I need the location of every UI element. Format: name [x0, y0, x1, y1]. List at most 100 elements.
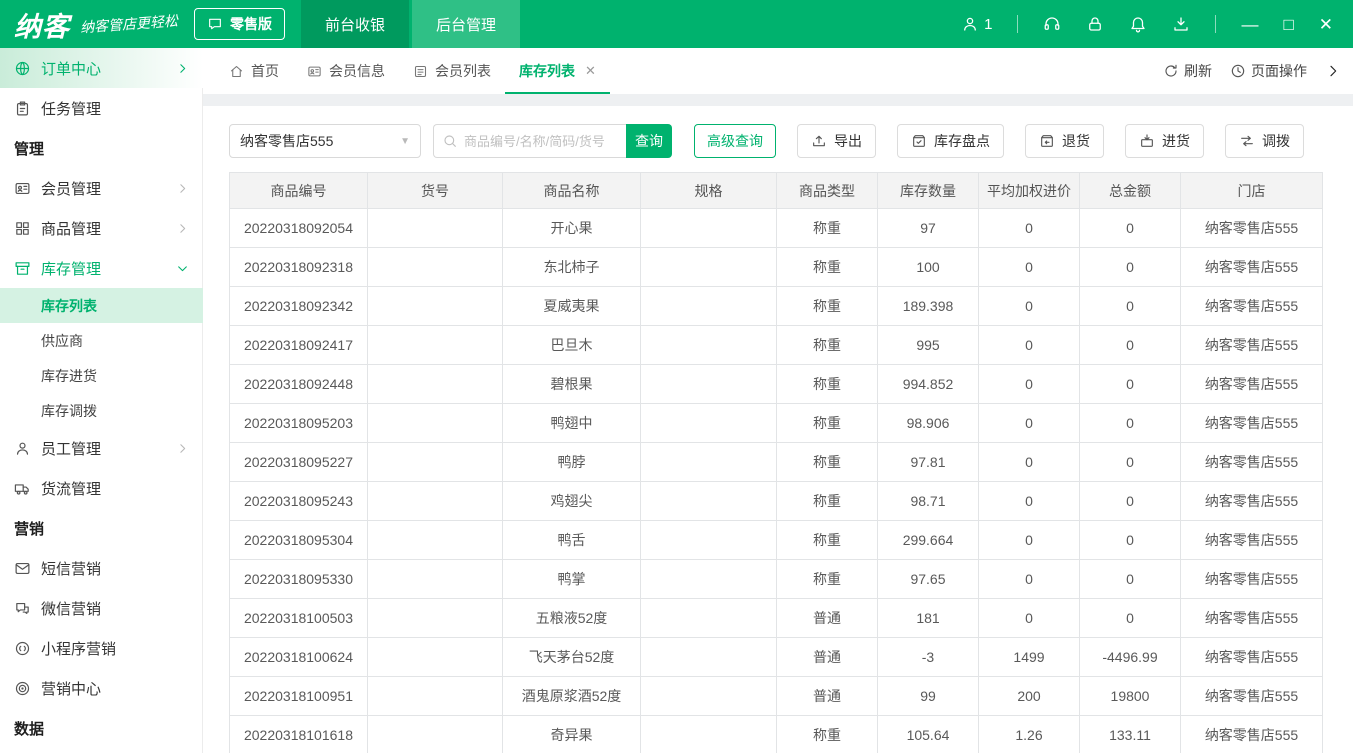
table-cell: 0 [979, 404, 1080, 443]
table-cell [641, 443, 777, 482]
close-button[interactable]: ✕ [1319, 16, 1333, 33]
table-row[interactable]: 20220318101618奇异果称重105.641.26133.11纳客零售店… [230, 716, 1323, 753]
table-cell [641, 209, 777, 248]
minicircle-icon [14, 640, 31, 657]
store-select[interactable]: 纳客零售店555 ▼ [229, 124, 421, 158]
table-cell: 0 [979, 287, 1080, 326]
chevron-right-icon[interactable] [1325, 63, 1341, 79]
sidebar-item-label: 会员管理 [41, 178, 176, 199]
tab-member-list[interactable]: 会员列表 [399, 48, 505, 94]
table-cell: 0 [1080, 599, 1181, 638]
header-nav-front-cashier[interactable]: 前台收银 [301, 0, 409, 48]
sidebar-item-sms-marketing[interactable]: 短信营销 [0, 548, 203, 588]
table-cell: 称重 [777, 365, 878, 404]
tab-home[interactable]: 首页 [215, 48, 293, 94]
table-cell: 纳客零售店555 [1181, 638, 1323, 677]
button-label: 导出 [834, 131, 862, 151]
return-button[interactable]: 退货 [1025, 124, 1104, 158]
tab-member-info[interactable]: 会员信息 [293, 48, 399, 94]
sidebar-subitem-inventory-transfer[interactable]: 库存调拨 [0, 393, 203, 428]
stocktake-icon [911, 133, 927, 149]
transfer-icon [1239, 133, 1255, 149]
table-cell: 133.11 [1080, 716, 1181, 753]
table-cell: 97.65 [878, 560, 979, 599]
lock-button[interactable] [1086, 15, 1104, 33]
table-cell: 0 [1080, 443, 1181, 482]
sidebar-item-logistics-management[interactable]: 货流管理 [0, 468, 203, 508]
column-header: 商品名称 [503, 173, 641, 209]
table-row[interactable]: 20220318095203鸭翅中称重98.90600纳客零售店555 [230, 404, 1323, 443]
table-cell: 995 [878, 326, 979, 365]
refresh-button[interactable]: 刷新 [1163, 61, 1212, 81]
table-row[interactable]: 20220318095243鸡翅尖称重98.7100纳客零售店555 [230, 482, 1323, 521]
maximize-button[interactable]: □ [1283, 16, 1293, 33]
sidebar-item-member-management[interactable]: 会员管理 [0, 168, 203, 208]
table-row[interactable]: 20220318095330鸭掌称重97.6500纳客零售店555 [230, 560, 1323, 599]
table-cell: 20220318092054 [230, 209, 368, 248]
sidebar-item-label: 短信营销 [41, 558, 189, 579]
table-cell: 20220318095203 [230, 404, 368, 443]
table-row[interactable]: 20220318095304鸭舌称重299.66400纳客零售店555 [230, 521, 1323, 560]
sidebar-subitem-inventory-purchase[interactable]: 库存进货 [0, 358, 203, 393]
table-row[interactable]: 20220318092448碧根果称重994.85200纳客零售店555 [230, 365, 1323, 404]
table-cell: 0 [1080, 248, 1181, 287]
user-count-button[interactable]: 1 [961, 15, 992, 33]
sidebar-item-product-management[interactable]: 商品管理 [0, 208, 203, 248]
table-cell: 0 [1080, 365, 1181, 404]
sidebar-item-inventory-management[interactable]: 库存管理 [0, 248, 203, 288]
minimize-button[interactable]: — [1241, 16, 1258, 33]
close-tab-icon[interactable]: ✕ [585, 63, 596, 79]
table-cell: 97.81 [878, 443, 979, 482]
stocktake-button[interactable]: 库存盘点 [897, 124, 1004, 158]
table-cell: 称重 [777, 404, 878, 443]
search-group: 查询 [433, 124, 672, 158]
sidebar-item-wechat-marketing[interactable]: 微信营销 [0, 588, 203, 628]
table-cell: 称重 [777, 287, 878, 326]
content-area: 纳客零售店555 ▼ 查询 高级查询 导出 库存盘点退货进货调拨 [203, 94, 1353, 753]
header-nav: 前台收银后台管理 [301, 0, 523, 48]
export-button[interactable]: 导出 [797, 124, 876, 158]
table-cell: 1499 [979, 638, 1080, 677]
table-cell: 0 [979, 560, 1080, 599]
search-input[interactable] [464, 134, 618, 149]
table-cell [641, 326, 777, 365]
table-cell [641, 677, 777, 716]
transfer-button[interactable]: 调拨 [1225, 124, 1304, 158]
table-row[interactable]: 20220318092417巴旦木称重99500纳客零售店555 [230, 326, 1323, 365]
table-row[interactable]: 20220318100624飞天茅台52度普通-31499-4496.99纳客零… [230, 638, 1323, 677]
sidebar: 订单中心任务管理管理会员管理商品管理库存管理库存列表供应商库存进货库存调拨员工管… [0, 48, 203, 753]
table-cell: 0 [1080, 209, 1181, 248]
download-button[interactable] [1172, 15, 1190, 33]
headset-button[interactable] [1043, 15, 1061, 33]
sidebar-subitem-supplier[interactable]: 供应商 [0, 323, 203, 358]
table-row[interactable]: 20220318100951酒鬼原浆酒52度普通9920019800纳客零售店5… [230, 677, 1323, 716]
table-cell: 酒鬼原浆酒52度 [503, 677, 641, 716]
sidebar-item-marketing-center[interactable]: 营销中心 [0, 668, 203, 708]
table-cell: 称重 [777, 326, 878, 365]
tab-label: 库存列表 [519, 61, 575, 81]
sidebar-item-miniprogram-marketing[interactable]: 小程序营销 [0, 628, 203, 668]
sidebar-subitem-inventory-list[interactable]: 库存列表 [0, 288, 203, 323]
tab-inventory-list[interactable]: 库存列表 ✕ [505, 48, 610, 94]
bell-button[interactable] [1129, 15, 1147, 33]
query-button[interactable]: 查询 [626, 124, 672, 158]
table-row[interactable]: 20220318092318东北柿子称重10000纳客零售店555 [230, 248, 1323, 287]
table-row[interactable]: 20220318092054开心果称重9700纳客零售店555 [230, 209, 1323, 248]
table-row[interactable]: 20220318092342夏威夷果称重189.39800纳客零售店555 [230, 287, 1323, 326]
sidebar-item-task-management[interactable]: 任务管理 [0, 88, 203, 128]
advanced-query-button[interactable]: 高级查询 [694, 124, 776, 158]
table-cell: 开心果 [503, 209, 641, 248]
purchase-button[interactable]: 进货 [1125, 124, 1204, 158]
header-nav-back-admin[interactable]: 后台管理 [412, 0, 520, 48]
sidebar-item-order-center[interactable]: 订单中心 [0, 48, 203, 88]
tab-bar: 首页会员信息会员列表库存列表 ✕ 刷新 页面操作 [203, 48, 1353, 94]
table-cell [368, 287, 503, 326]
table-row[interactable]: 20220318095227鸭脖称重97.8100纳客零售店555 [230, 443, 1323, 482]
sidebar-item-staff-management[interactable]: 员工管理 [0, 428, 203, 468]
table-row[interactable]: 20220318100503五粮液52度普通18100纳客零售店555 [230, 599, 1323, 638]
target-icon [14, 680, 31, 697]
page-ops-button[interactable]: 页面操作 [1230, 61, 1307, 81]
table-cell: 98.906 [878, 404, 979, 443]
table-cell: 东北柿子 [503, 248, 641, 287]
table-cell [641, 248, 777, 287]
